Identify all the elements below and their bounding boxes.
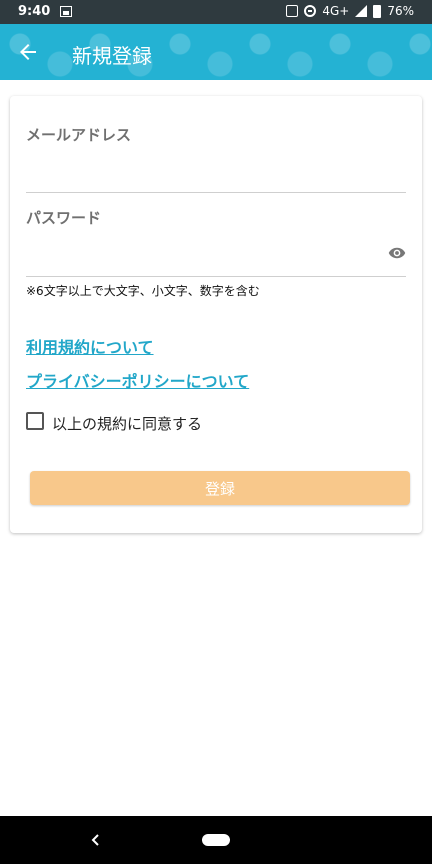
- status-bar: 9:40 4G+ 76%: [0, 0, 432, 24]
- battery-percent: 76%: [387, 4, 414, 18]
- image-notification-icon: [60, 6, 72, 17]
- app-bar: 新規登録: [0, 24, 432, 80]
- privacy-policy-link[interactable]: プライバシーポリシーについて: [26, 368, 249, 392]
- password-label: パスワード: [26, 209, 102, 227]
- eye-icon[interactable]: [388, 244, 406, 262]
- status-right: 4G+ 76%: [286, 4, 414, 18]
- nav-home-pill[interactable]: [202, 834, 230, 846]
- agree-checkbox[interactable]: [26, 412, 44, 430]
- status-time: 9:40: [18, 4, 51, 19]
- arrow-left-icon[interactable]: [16, 40, 40, 64]
- page-title: 新規登録: [72, 44, 152, 68]
- password-hint: ※6文字以上で大文字、小文字、数字を含む: [26, 284, 260, 298]
- agree-label: 以上の規約に同意する: [52, 415, 203, 433]
- vibrate-icon: [286, 5, 299, 17]
- terms-link[interactable]: 利用規約について: [26, 334, 154, 358]
- password-field[interactable]: [26, 276, 406, 277]
- system-nav-bar: [0, 816, 432, 864]
- email-field[interactable]: [26, 192, 406, 193]
- register-button[interactable]: 登録: [30, 471, 410, 505]
- email-label: メールアドレス: [26, 126, 132, 144]
- battery-icon: [373, 4, 382, 18]
- signal-icon: [355, 5, 368, 17]
- do-not-disturb-icon: [304, 5, 317, 17]
- registration-card: メールアドレス パスワード ※6文字以上で大文字、小文字、数字を含む 利用規約に…: [10, 96, 422, 533]
- nav-back-icon[interactable]: [90, 833, 102, 847]
- network-type: 4G+: [322, 4, 350, 18]
